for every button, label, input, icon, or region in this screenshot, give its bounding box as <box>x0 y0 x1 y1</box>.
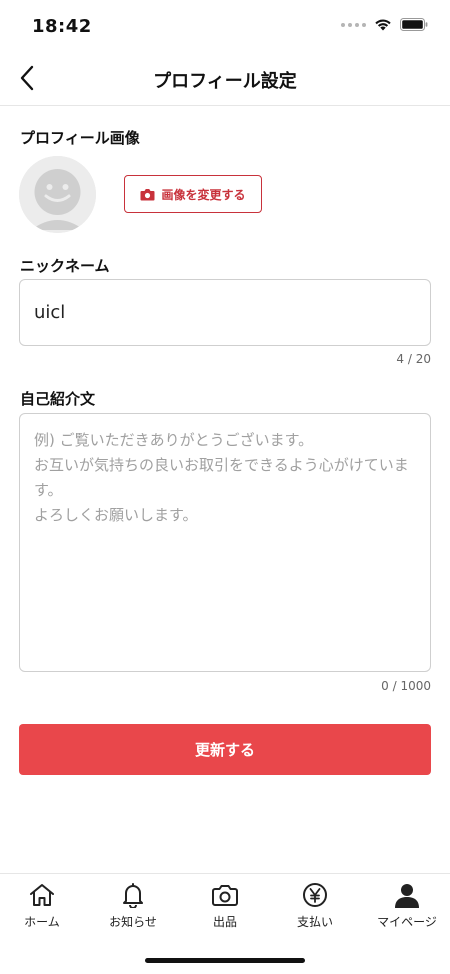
tab-mypage[interactable]: マイページ <box>362 880 450 936</box>
bell-icon <box>123 883 143 908</box>
person-icon <box>395 884 419 908</box>
nickname-input[interactable]: uicl <box>19 279 431 346</box>
wifi-icon <box>374 18 392 31</box>
camera-icon <box>212 885 238 906</box>
yen-icon <box>303 883 327 907</box>
bio-textarea[interactable]: 例) ご覧いただきありがとうございます。 お互いが気持ちの良いお取引をできるよう… <box>19 413 431 672</box>
change-image-label: 画像を変更する <box>161 187 246 202</box>
tab-mypage-label: マイページ <box>377 915 437 929</box>
page-title: プロフィール設定 <box>153 71 297 92</box>
navigation-bar: プロフィール設定 <box>0 52 450 106</box>
home-icon <box>30 884 54 906</box>
tab-listing[interactable]: 出品 <box>180 880 270 936</box>
tab-payment[interactable]: 支払い <box>270 880 360 936</box>
default-avatar-icon <box>19 156 96 233</box>
tab-notifications-label: お知らせ <box>109 915 157 929</box>
tab-listing-label: 出品 <box>212 915 237 929</box>
tab-payment-label: 支払い <box>296 915 333 929</box>
camera-icon <box>140 188 155 200</box>
home-indicator <box>145 958 305 963</box>
avatar[interactable] <box>19 156 96 233</box>
tab-notifications[interactable]: お知らせ <box>88 880 178 936</box>
nickname-label: ニックネーム <box>20 257 110 275</box>
status-bar: 18:42 <box>0 0 450 52</box>
signal-icon <box>341 22 366 27</box>
change-image-button[interactable]: 画像を変更する <box>124 175 262 213</box>
tab-home[interactable]: ホーム <box>0 880 87 936</box>
bio-label: 自己紹介文 <box>20 390 96 408</box>
bio-counter: 0 / 1000 <box>381 679 431 693</box>
nickname-counter: 4 / 20 <box>396 352 431 366</box>
status-indicators <box>341 18 428 31</box>
update-button[interactable]: 更新する <box>19 724 431 775</box>
battery-icon <box>400 18 428 31</box>
status-time: 18:42 <box>32 16 92 37</box>
profile-image-label: プロフィール画像 <box>20 129 140 147</box>
tab-home-label: ホーム <box>24 915 60 929</box>
